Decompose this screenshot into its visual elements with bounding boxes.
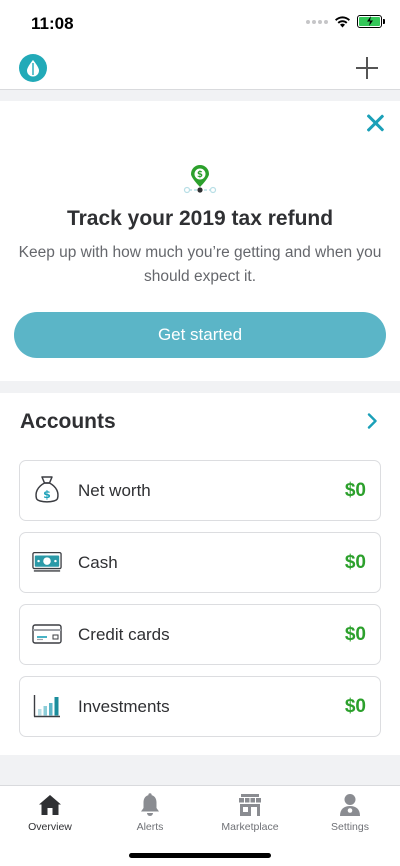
tab-settings[interactable]: Settings <box>300 786 400 836</box>
home-icon <box>37 793 63 817</box>
account-value: $0 <box>344 624 366 645</box>
nav-bar <box>0 46 400 90</box>
bell-icon <box>137 793 163 817</box>
tab-label: Overview <box>28 821 72 833</box>
tab-label: Settings <box>331 821 369 833</box>
account-card-credit-cards[interactable]: Credit cards $0 <box>19 604 381 665</box>
tab-overview[interactable]: Overview <box>0 786 100 836</box>
home-indicator[interactable] <box>129 853 271 858</box>
status-time: 11:08 <box>31 14 74 33</box>
account-label: Cash <box>78 553 118 572</box>
investments-chart-icon <box>32 690 62 722</box>
battery-icon <box>357 15 385 28</box>
svg-text:$: $ <box>43 488 51 501</box>
accounts-section: Accounts $ Net worth $0 Cash $0 Credit c… <box>0 393 400 755</box>
person-icon <box>337 793 363 817</box>
money-bag-icon: $ <box>32 474 62 506</box>
chevron-right-icon[interactable] <box>366 413 378 429</box>
signal-icon <box>306 19 328 24</box>
dollar-pin-icon: $ <box>183 165 217 194</box>
drop-logo-icon[interactable] <box>19 54 47 82</box>
tab-label: Alerts <box>136 821 164 833</box>
cash-icon <box>32 546 62 578</box>
account-card-investments[interactable]: Investments $0 <box>19 676 381 737</box>
account-label: Investments <box>78 697 170 716</box>
account-card-net-worth[interactable]: $ Net worth $0 <box>19 460 381 521</box>
tax-refund-promo-card: $ Track your 2019 tax refund Keep up wit… <box>0 101 400 381</box>
promo-description: Keep up with how much you’re getting and… <box>18 244 382 285</box>
tab-label: Marketplace <box>221 821 279 833</box>
plus-icon[interactable] <box>356 57 378 79</box>
account-label: Net worth <box>78 481 151 500</box>
tab-alerts[interactable]: Alerts <box>100 786 200 836</box>
credit-card-icon <box>32 618 62 650</box>
wifi-icon <box>335 16 350 28</box>
accounts-title: Accounts <box>20 410 116 433</box>
account-label: Credit cards <box>78 625 170 644</box>
close-icon[interactable] <box>365 113 385 133</box>
account-value: $0 <box>344 696 366 717</box>
tab-marketplace[interactable]: Marketplace <box>200 786 300 836</box>
status-icons <box>306 15 385 28</box>
promo-title: Track your 2019 tax refund <box>66 207 334 230</box>
storefront-icon <box>237 793 263 817</box>
account-value: $0 <box>344 480 366 501</box>
svg-text:$: $ <box>197 170 203 180</box>
get-started-button[interactable]: Get started <box>14 312 386 358</box>
account-card-cash[interactable]: Cash $0 <box>19 532 381 593</box>
account-value: $0 <box>344 552 366 573</box>
status-bar: 11:08 <box>0 0 400 46</box>
tab-bar: Overview Alerts Marketplace Settings <box>0 785 400 866</box>
